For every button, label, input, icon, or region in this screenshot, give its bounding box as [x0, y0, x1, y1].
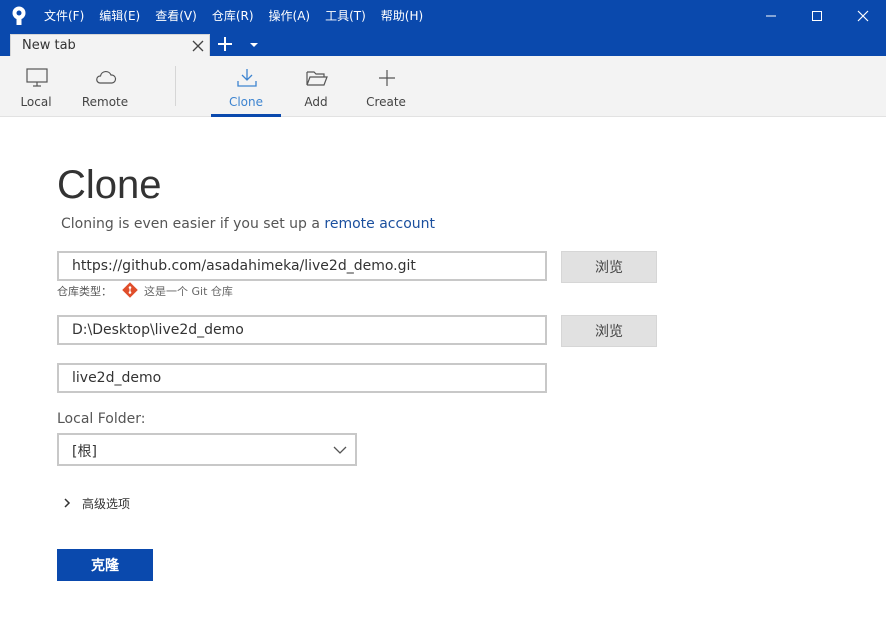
- chevron-right-icon[interactable]: [62, 495, 72, 511]
- toolbar-add-label: Add: [304, 95, 328, 109]
- destination-path-value: D:\Desktop\live2d_demo: [72, 322, 244, 338]
- add-tab-icon[interactable]: [216, 36, 234, 52]
- cloud-icon: [96, 70, 117, 84]
- tab-strip: New tab: [0, 32, 886, 56]
- toolbar: Local Remote Clone Add Create: [0, 56, 886, 117]
- remote-account-link[interactable]: remote account: [324, 216, 435, 232]
- toolbar-clone-button[interactable]: Clone: [211, 56, 281, 117]
- menu-view[interactable]: 查看(V): [155, 0, 197, 32]
- destination-path-input[interactable]: D:\Desktop\live2d_demo: [57, 315, 547, 345]
- toolbar-create-button[interactable]: Create: [351, 56, 421, 117]
- minimize-icon: [766, 15, 776, 17]
- page-subtitle: Cloning is even easier if you set up a r…: [61, 216, 435, 232]
- chevron-down-icon: [333, 446, 347, 454]
- close-window-button[interactable]: [840, 0, 886, 32]
- menu-edit[interactable]: 编辑(E): [99, 0, 140, 32]
- toolbar-local-button[interactable]: Local: [1, 56, 71, 117]
- tab-dropdown-icon[interactable]: [248, 41, 260, 49]
- active-tab-indicator: [211, 114, 281, 117]
- tab-new-tab[interactable]: New tab: [10, 34, 210, 56]
- menu-help[interactable]: 帮助(H): [381, 0, 423, 32]
- plus-icon: [379, 70, 395, 86]
- menu-file[interactable]: 文件(F): [44, 0, 84, 32]
- monitor-icon: [26, 68, 48, 87]
- toolbar-remote-label: Remote: [81, 95, 129, 109]
- menu-bar: 文件(F) 编辑(E) 查看(V) 仓库(R) 操作(A) 工具(T) 帮助(H…: [44, 0, 438, 32]
- clone-button[interactable]: 克隆: [57, 549, 153, 581]
- title-bar: 文件(F) 编辑(E) 查看(V) 仓库(R) 操作(A) 工具(T) 帮助(H…: [0, 0, 886, 32]
- tab-label: New tab: [22, 38, 76, 53]
- local-folder-value: [根]: [72, 444, 97, 460]
- name-input[interactable]: live2d_demo: [57, 363, 547, 393]
- git-icon: [122, 282, 138, 298]
- close-icon: [857, 10, 869, 22]
- local-folder-select[interactable]: [根]: [57, 433, 357, 466]
- repo-type-label: 仓库类型：: [57, 285, 112, 298]
- browse-source-button[interactable]: 浏览: [561, 251, 657, 283]
- menu-repository[interactable]: 仓库(R): [212, 0, 254, 32]
- menu-actions[interactable]: 操作(A): [269, 0, 311, 32]
- name-value: live2d_demo: [72, 370, 162, 386]
- minimize-button[interactable]: [748, 0, 794, 32]
- maximize-icon: [812, 11, 822, 21]
- repo-type-value: 这是一个 Git 仓库: [144, 285, 233, 298]
- toolbar-add-button[interactable]: Add: [281, 56, 351, 117]
- page-title: Clone: [57, 163, 162, 207]
- browse-destination-button[interactable]: 浏览: [561, 315, 657, 347]
- toolbar-local-label: Local: [20, 95, 52, 109]
- advanced-options-toggle[interactable]: 高级选项: [82, 495, 130, 512]
- tab-close-icon[interactable]: [191, 39, 205, 53]
- folder-open-icon: [306, 71, 328, 86]
- source-url-value: https://github.com/asadahimeka/live2d_de…: [72, 258, 416, 274]
- menu-tools[interactable]: 工具(T): [325, 0, 366, 32]
- toolbar-separator: [175, 66, 176, 106]
- source-url-input[interactable]: https://github.com/asadahimeka/live2d_de…: [57, 251, 547, 281]
- sourcetree-logo-icon: [12, 6, 26, 25]
- subtitle-text: Cloning is even easier if you set up a: [61, 216, 325, 232]
- toolbar-remote-button[interactable]: Remote: [70, 56, 140, 117]
- toolbar-clone-label: Clone: [228, 95, 264, 109]
- local-folder-label: Local Folder:: [57, 411, 146, 427]
- toolbar-create-label: Create: [366, 95, 406, 109]
- download-icon: [237, 69, 257, 87]
- maximize-button[interactable]: [794, 0, 840, 32]
